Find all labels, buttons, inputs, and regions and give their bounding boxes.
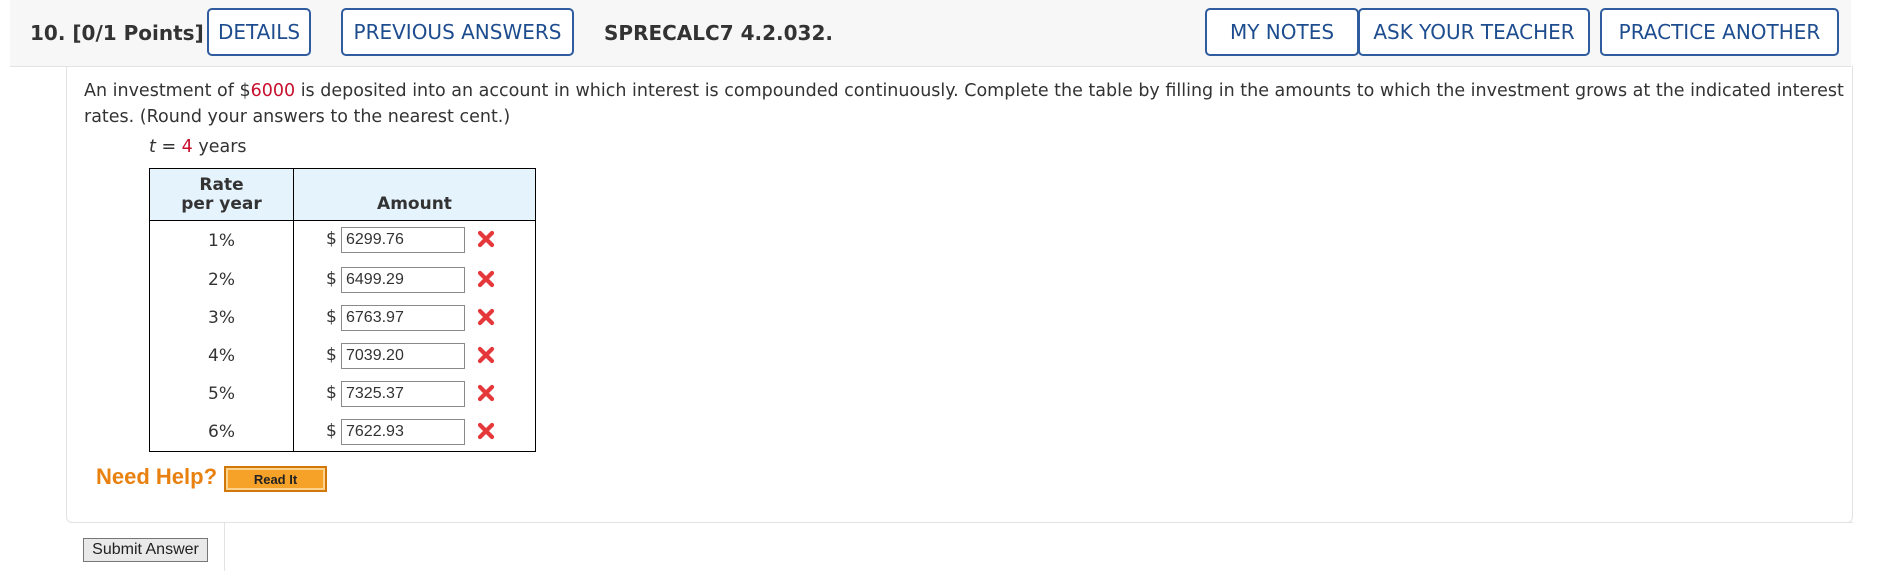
rate-cell: 2% bbox=[149, 261, 294, 299]
t-value: 4 bbox=[181, 137, 193, 157]
table-row: 4% $ bbox=[149, 337, 536, 375]
rate-column-header: Rate per year bbox=[149, 168, 294, 221]
amount-column-header: Amount bbox=[293, 168, 536, 221]
amount-answer-input-1[interactable] bbox=[341, 227, 465, 253]
currency-symbol: $ bbox=[326, 269, 337, 289]
answer-table: Rate per year Amount 1% $ 2% $ 3% $ bbox=[149, 168, 536, 452]
submit-answer-button[interactable]: Submit Answer bbox=[83, 538, 208, 562]
red-x-icon bbox=[477, 270, 495, 288]
amount-cell: $ bbox=[294, 337, 536, 375]
problem-code: SPRECALC7 4.2.032. bbox=[604, 21, 833, 45]
amount-answer-input-2[interactable] bbox=[341, 267, 465, 293]
currency-symbol: $ bbox=[326, 307, 337, 327]
red-x-icon bbox=[477, 384, 495, 402]
amount-answer-input-6[interactable] bbox=[341, 419, 465, 445]
currency-symbol: $ bbox=[326, 229, 337, 249]
rate-header-line2: per year bbox=[181, 193, 262, 214]
rate-cell: 1% bbox=[149, 220, 294, 261]
amount-cell: $ bbox=[294, 221, 536, 262]
t-variable: t bbox=[149, 137, 156, 157]
red-x-icon bbox=[477, 230, 495, 248]
amount-cell: $ bbox=[294, 261, 536, 299]
table-row: 3% $ bbox=[149, 299, 536, 337]
submission-panel bbox=[224, 522, 1853, 571]
amount-cell: $ bbox=[294, 413, 536, 452]
amount-answer-input-4[interactable] bbox=[341, 343, 465, 369]
amount-answer-input-3[interactable] bbox=[341, 305, 465, 331]
rate-cell: 4% bbox=[149, 337, 294, 375]
read-it-button[interactable]: Read It bbox=[224, 466, 327, 492]
time-given: t = 4 years bbox=[149, 137, 247, 157]
previous-answers-button[interactable]: PREVIOUS ANSWERS bbox=[341, 8, 574, 56]
prompt-text-start: An investment of $ bbox=[84, 81, 251, 101]
currency-symbol: $ bbox=[326, 383, 337, 403]
table-row: 1% $ bbox=[149, 220, 536, 262]
answer-rows: 1% $ 2% $ 3% $ 4% bbox=[149, 220, 536, 452]
amount-cell: $ bbox=[294, 375, 536, 413]
table-row: 5% $ bbox=[149, 375, 536, 413]
prompt-text-end: is deposited into an account in which in… bbox=[84, 81, 1844, 127]
ask-your-teacher-button[interactable]: ASK YOUR TEACHER bbox=[1358, 8, 1590, 56]
rate-cell: 5% bbox=[149, 375, 294, 413]
t-unit: years bbox=[192, 137, 247, 157]
red-x-icon bbox=[477, 422, 495, 440]
practice-another-button[interactable]: PRACTICE ANOTHER bbox=[1600, 8, 1839, 56]
t-equals: = bbox=[155, 137, 182, 157]
rate-cell: 3% bbox=[149, 299, 294, 337]
question-points: 10. [0/1 Points] bbox=[30, 21, 204, 45]
rate-cell: 6% bbox=[149, 413, 294, 452]
question-prompt: An investment of $6000 is deposited into… bbox=[84, 78, 1844, 130]
table-row: 6% $ bbox=[149, 413, 536, 452]
details-button[interactable]: DETAILS bbox=[207, 8, 311, 56]
red-x-icon bbox=[477, 346, 495, 364]
currency-symbol: $ bbox=[326, 421, 337, 441]
question-header: 10. [0/1 Points] DETAILS PREVIOUS ANSWER… bbox=[10, 0, 1851, 67]
red-x-icon bbox=[477, 308, 495, 326]
need-help-label: Need Help? bbox=[96, 464, 218, 489]
table-row: 2% $ bbox=[149, 261, 536, 299]
amount-answer-input-5[interactable] bbox=[341, 381, 465, 407]
my-notes-button[interactable]: MY NOTES bbox=[1205, 8, 1359, 56]
amount-cell: $ bbox=[294, 299, 536, 337]
rate-header-line1: Rate bbox=[199, 174, 244, 195]
investment-amount: 6000 bbox=[250, 81, 296, 101]
currency-symbol: $ bbox=[326, 345, 337, 365]
